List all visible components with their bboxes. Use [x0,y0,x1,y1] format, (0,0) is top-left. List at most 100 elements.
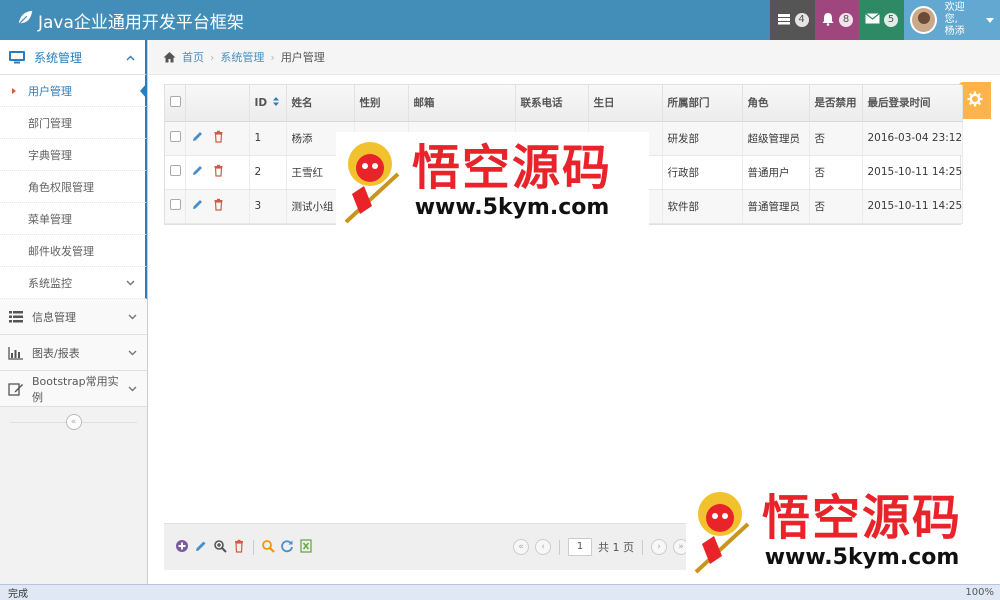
column-header-id[interactable]: ID [249,85,287,122]
cell-department: 行政部 [662,155,743,190]
cell-role: 超级管理员 [742,121,810,156]
sidebar-item-departments[interactable]: 部门管理 [0,107,147,139]
messages-button[interactable]: 5 [859,0,904,40]
sidebar-item-label: 菜单管理 [28,212,72,226]
row-actions [185,121,250,156]
edit-icon [8,382,24,396]
pager-separator [559,539,560,555]
sidebar-item-label: 部门管理 [28,116,72,130]
edit-icon[interactable] [194,539,208,556]
search-icon[interactable] [261,539,275,556]
chevron-up-icon [126,50,135,64]
caret-down-icon [986,17,994,23]
zoom-icon[interactable] [213,539,227,556]
breadcrumb-current: 用户管理 [280,51,325,64]
refresh-icon[interactable] [280,539,294,556]
sidebar-item-label: 图表/报表 [32,346,80,360]
gear-icon [967,91,983,110]
row-actions [185,155,250,190]
cell-department: 研发部 [662,121,743,156]
sidebar-item-label: 邮件收发管理 [28,244,94,258]
chevron-down-icon [128,382,137,395]
prev-page-button[interactable]: ‹ [535,539,551,555]
column-header-phone[interactable]: 联系电话 [515,85,589,122]
excel-export-icon[interactable] [299,538,313,556]
sidebar-collapse-button[interactable]: « [65,414,82,430]
sidebar-item-system[interactable]: 系统管理 [0,40,147,75]
pencil-icon[interactable] [191,130,204,146]
sidebar-item-charts[interactable]: 图表/报表 [0,335,147,371]
watermark-title: 悟空源码 [762,489,963,546]
cell-department: 软件部 [662,189,743,224]
tasks-button[interactable]: 4 [770,0,815,40]
breadcrumb-section-link[interactable]: 系统管理 [220,49,264,65]
pencil-icon[interactable] [191,164,204,180]
pencil-icon[interactable] [191,198,204,214]
trash-icon[interactable] [212,164,225,180]
cell-last-login: 2015-10-11 14:25:40 [862,189,963,224]
column-header-role[interactable]: 角色 [742,85,810,122]
cell-id: 3 [249,189,287,224]
browser-statusbar: 完成 100% [0,584,1000,600]
select-all-checkbox[interactable] [170,95,181,107]
actions-header [185,85,250,122]
watermark-url: www.5kym.com [764,544,960,570]
watermark-url: www.5kym.com [414,194,610,220]
app-window: Java企业通用开发平台框架 4 8 5 欢迎您, 杨添 系统管理 用户管理 部… [0,0,1000,600]
brand[interactable]: Java企业通用开发平台框架 [0,8,770,33]
sidebar-item-bootstrap[interactable]: Bootstrap常用实例 [0,371,147,407]
bar-chart-icon [8,346,24,360]
row-checkbox[interactable] [170,199,181,210]
add-icon[interactable] [175,539,189,556]
submenu-system: 用户管理 部门管理 字典管理 角色权限管理 菜单管理 邮件收发管理 系统监控 [0,75,147,299]
row-actions [185,189,250,224]
list-icon [8,310,24,324]
sidebar-collapse: « [0,407,147,437]
zoom-level[interactable]: 100% [965,587,994,598]
monkey-logo-icon [694,492,750,574]
trash-icon[interactable] [212,130,225,146]
trash-icon[interactable] [212,198,225,214]
column-header-email[interactable]: 邮箱 [408,85,516,122]
sidebar-item-users[interactable]: 用户管理 [0,75,147,107]
column-header-gender[interactable]: 性别 [354,85,409,122]
row-select-cell [165,155,186,190]
table-header-row: ID 姓名 性别 邮箱 联系电话 生日 所属部门 角色 是否禁用 最后登录时间 [165,85,963,122]
column-header-birthday[interactable]: 生日 [588,85,663,122]
column-header-department[interactable]: 所属部门 [662,85,743,122]
sidebar-item-dictionary[interactable]: 字典管理 [0,139,147,171]
chevron-down-icon [126,276,135,289]
column-header-last-login[interactable]: 最后登录时间 [862,85,963,122]
pager-toolbar [164,538,313,556]
sidebar-item-mail[interactable]: 邮件收发管理 [0,235,147,267]
column-header-name[interactable]: 姓名 [286,85,355,122]
sidebar-item-label: 系统监控 [28,276,72,290]
sidebar-item-label: Bootstrap常用实例 [32,374,119,404]
row-checkbox[interactable] [170,165,181,176]
messages-badge: 5 [884,13,898,27]
settings-button[interactable] [958,82,991,119]
row-checkbox[interactable] [170,131,181,142]
breadcrumb-home-link[interactable]: 首页 [182,49,204,65]
sidebar-item-info[interactable]: 信息管理 [0,299,147,335]
sidebar-item-menus[interactable]: 菜单管理 [0,203,147,235]
desktop-icon [8,50,26,64]
cell-role: 普通用户 [742,155,810,190]
chevron-down-icon [128,310,137,323]
total-pages-label: 共 1 页 [598,541,634,554]
trash-icon[interactable] [232,539,246,556]
notifications-badge: 8 [839,13,853,27]
notifications-button[interactable]: 8 [815,0,859,40]
cell-id: 2 [249,155,287,190]
user-menu[interactable]: 欢迎您, 杨添 [904,0,1000,40]
breadcrumb: 首页 › 系统管理 › 用户管理 [149,40,1000,75]
welcome-greeting: 欢迎您, [944,2,965,25]
column-header-disabled[interactable]: 是否禁用 [809,85,863,122]
bell-icon [821,12,835,29]
cell-disabled: 否 [809,155,863,190]
next-page-button[interactable]: › [651,539,667,555]
sidebar-item-monitor[interactable]: 系统监控 [0,267,147,299]
sidebar-item-roles[interactable]: 角色权限管理 [0,171,147,203]
page-number-input[interactable]: 1 [568,538,592,556]
first-page-button[interactable]: « [513,539,529,555]
